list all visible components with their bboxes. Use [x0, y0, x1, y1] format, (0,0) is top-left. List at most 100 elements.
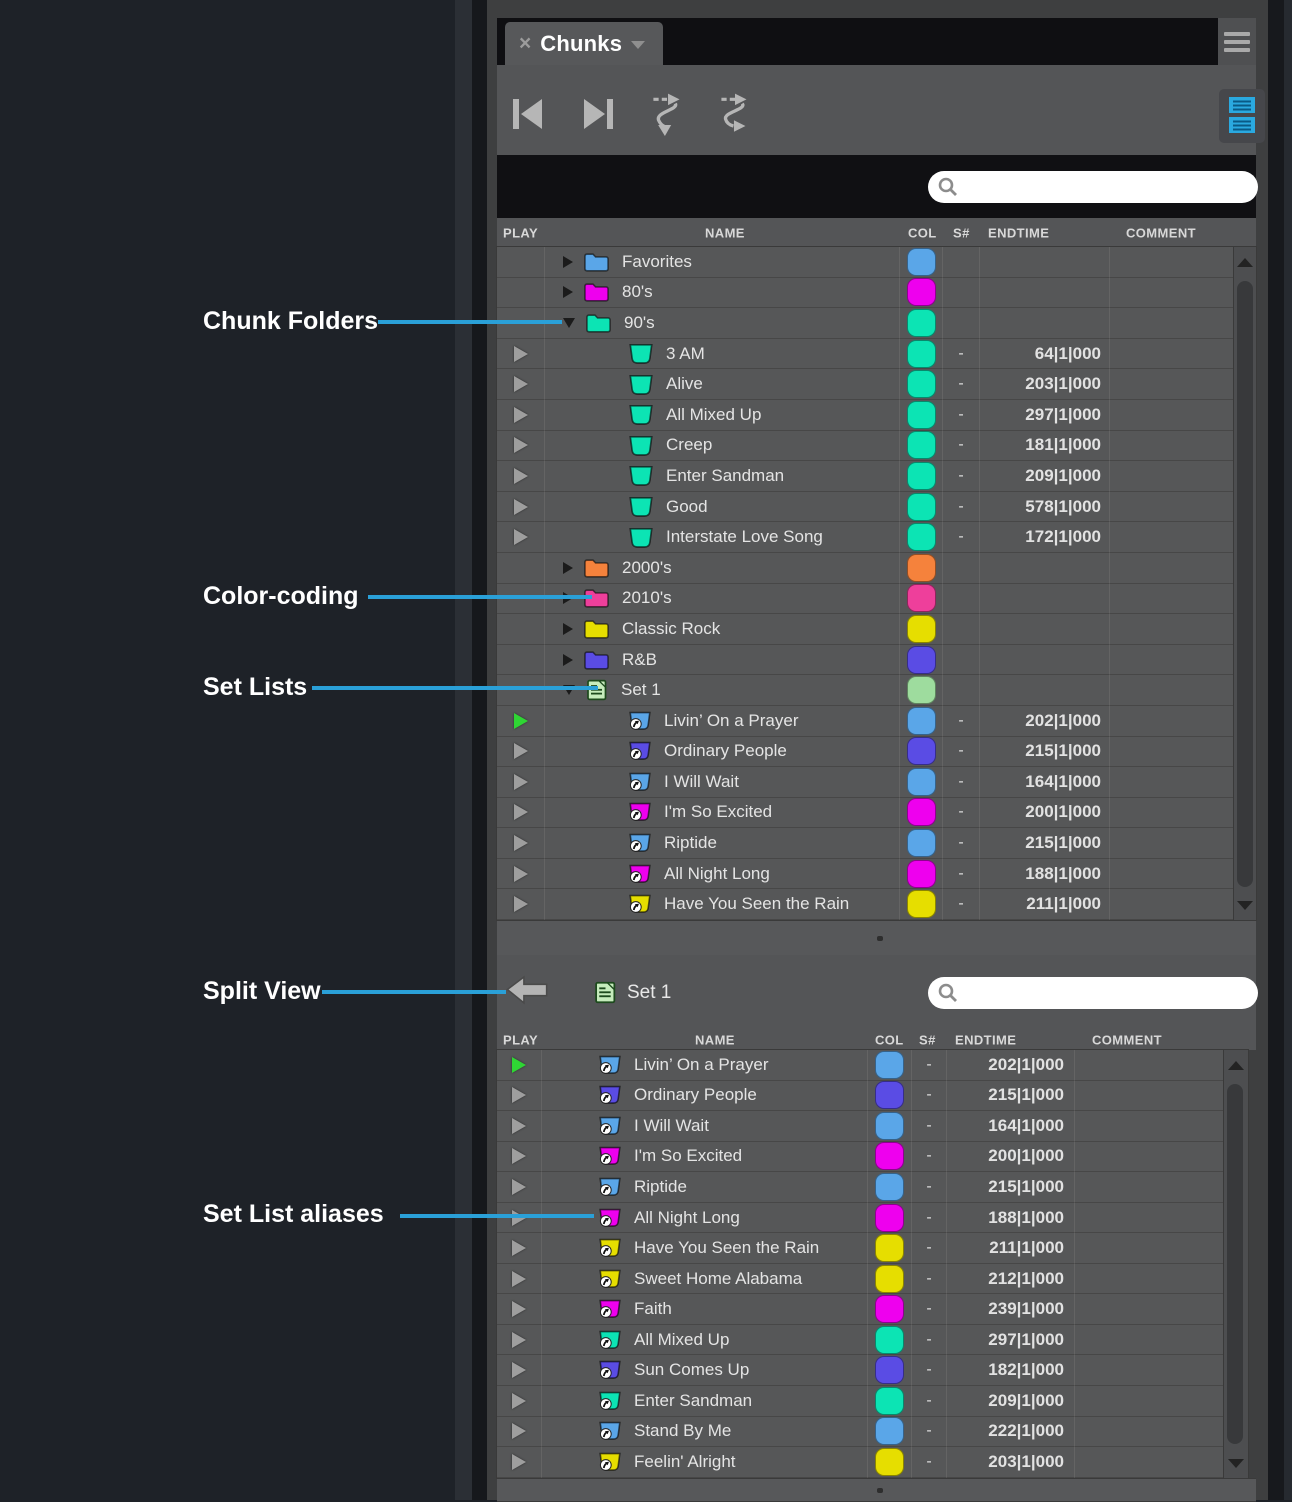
scroll-up-button[interactable]	[1234, 247, 1256, 277]
disclosure-toggle[interactable]	[563, 623, 573, 635]
comment-cell[interactable]	[1075, 1264, 1224, 1295]
play-button[interactable]	[514, 896, 528, 912]
play-cell[interactable]	[497, 1233, 542, 1264]
play-cell[interactable]	[497, 1081, 542, 1112]
play-cell[interactable]	[497, 798, 545, 829]
comment-cell[interactable]	[1110, 339, 1234, 370]
color-cell[interactable]	[900, 522, 943, 553]
color-cell[interactable]	[868, 1417, 912, 1448]
name-cell[interactable]: All Mixed Up	[542, 1325, 868, 1356]
name-cell[interactable]: Favorites	[545, 247, 900, 278]
play-cell[interactable]	[497, 1050, 542, 1081]
tab-chunks[interactable]: × Chunks	[505, 22, 663, 65]
color-chip[interactable]	[875, 1387, 904, 1415]
comment-cell[interactable]	[1110, 278, 1234, 309]
chunk-search[interactable]	[928, 171, 1258, 203]
color-cell[interactable]	[868, 1264, 912, 1295]
alias-row[interactable]: Livin’ On a Prayer-202|1|000	[497, 706, 1234, 737]
comment-cell[interactable]	[1075, 1233, 1224, 1264]
chevron-down-icon[interactable]	[631, 41, 645, 49]
color-chip[interactable]	[875, 1081, 904, 1109]
play-cell[interactable]	[497, 1142, 542, 1173]
play-button[interactable]	[514, 529, 528, 545]
comment-cell[interactable]	[1110, 369, 1234, 400]
color-chip[interactable]	[875, 1448, 904, 1476]
color-chip[interactable]	[907, 370, 936, 398]
play-button[interactable]	[514, 713, 528, 729]
sequence-row[interactable]: Enter Sandman-209|1|000	[497, 461, 1234, 492]
color-cell[interactable]	[868, 1203, 912, 1234]
name-cell[interactable]: Have You Seen the Rain	[545, 889, 900, 920]
comment-cell[interactable]	[1110, 706, 1234, 737]
play-cell[interactable]	[497, 247, 545, 278]
alias-row[interactable]: Riptide-215|1|000	[497, 828, 1234, 859]
name-cell[interactable]: Ordinary People	[545, 737, 900, 768]
play-button[interactable]	[512, 1118, 526, 1134]
color-chip[interactable]	[907, 829, 936, 857]
play-button[interactable]	[514, 774, 528, 790]
comment-cell[interactable]	[1075, 1417, 1224, 1448]
color-chip[interactable]	[907, 707, 936, 735]
setlist-row[interactable]: Set 1	[497, 675, 1234, 706]
alias-row[interactable]: Ordinary People-215|1|000	[497, 737, 1234, 768]
play-cell[interactable]	[497, 675, 545, 706]
disclosure-toggle[interactable]	[563, 654, 573, 666]
color-cell[interactable]	[868, 1172, 912, 1203]
play-button[interactable]	[512, 1179, 526, 1195]
sequence-row[interactable]: Good-578|1|000	[497, 492, 1234, 523]
color-cell[interactable]	[900, 889, 943, 920]
back-arrow-button[interactable]	[505, 975, 549, 1011]
color-chip[interactable]	[907, 676, 936, 704]
folder-row[interactable]: 2010's	[497, 584, 1234, 615]
top-scrollbar[interactable]	[1234, 247, 1256, 920]
name-cell[interactable]: All Night Long	[542, 1203, 868, 1234]
color-chip[interactable]	[907, 737, 936, 765]
play-cell[interactable]	[497, 369, 545, 400]
color-chip[interactable]	[907, 646, 936, 674]
color-cell[interactable]	[868, 1386, 912, 1417]
name-cell[interactable]: Sweet Home Alabama	[542, 1264, 868, 1295]
color-cell[interactable]	[868, 1355, 912, 1386]
comment-cell[interactable]	[1075, 1172, 1224, 1203]
disclosure-toggle[interactable]	[563, 318, 575, 328]
alias-row[interactable]: Enter Sandman-209|1|000	[497, 1386, 1224, 1417]
color-chip[interactable]	[875, 1265, 904, 1293]
comment-cell[interactable]	[1075, 1081, 1224, 1112]
comment-cell[interactable]	[1075, 1294, 1224, 1325]
color-chip[interactable]	[907, 890, 936, 918]
play-button[interactable]	[514, 468, 528, 484]
name-cell[interactable]: 80's	[545, 278, 900, 309]
play-cell[interactable]	[497, 1447, 542, 1478]
name-cell[interactable]: Riptide	[542, 1172, 868, 1203]
color-cell[interactable]	[900, 369, 943, 400]
play-button[interactable]	[514, 743, 528, 759]
color-chip[interactable]	[907, 401, 936, 429]
disclosure-toggle[interactable]	[563, 562, 573, 574]
color-chip[interactable]	[907, 462, 936, 490]
play-cell[interactable]	[497, 339, 545, 370]
play-cell[interactable]	[497, 1264, 542, 1295]
comment-cell[interactable]	[1075, 1142, 1224, 1173]
chain-chunks-button[interactable]	[715, 91, 755, 142]
color-chip[interactable]	[907, 248, 936, 276]
color-cell[interactable]	[900, 614, 943, 645]
name-cell[interactable]: Alive	[545, 369, 900, 400]
alias-row[interactable]: Faith-239|1|000	[497, 1294, 1224, 1325]
color-chip[interactable]	[907, 340, 936, 368]
name-cell[interactable]: 2000's	[545, 553, 900, 584]
name-cell[interactable]: Riptide	[545, 828, 900, 859]
play-button[interactable]	[512, 1423, 526, 1439]
chunk-search-input[interactable]	[960, 174, 1252, 202]
alias-row[interactable]: Livin’ On a Prayer-202|1|000	[497, 1050, 1224, 1081]
comment-cell[interactable]	[1110, 308, 1234, 339]
play-button[interactable]	[512, 1057, 526, 1073]
play-button[interactable]	[512, 1454, 526, 1470]
disclosure-toggle[interactable]	[563, 286, 573, 298]
color-cell[interactable]	[900, 645, 943, 676]
color-chip[interactable]	[907, 493, 936, 521]
play-cell[interactable]	[497, 1203, 542, 1234]
alias-row[interactable]: Have You Seen the Rain-211|1|000	[497, 889, 1234, 920]
color-cell[interactable]	[900, 461, 943, 492]
color-cell[interactable]	[900, 431, 943, 462]
play-button[interactable]	[514, 499, 528, 515]
